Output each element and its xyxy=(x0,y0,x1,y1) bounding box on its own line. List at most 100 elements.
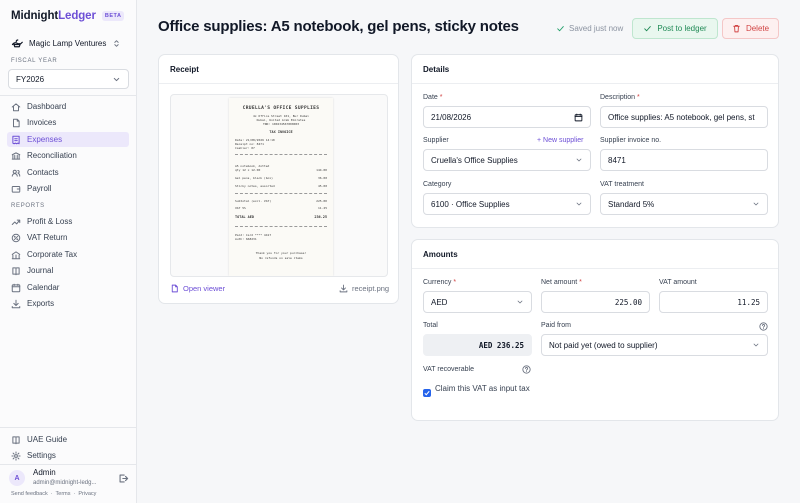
post-to-ledger-button[interactable]: Post to ledger xyxy=(632,18,718,39)
receipt-rule xyxy=(235,226,327,227)
help-icon[interactable] xyxy=(522,365,531,374)
chevron-updown-icon xyxy=(114,39,119,47)
receipt-line: Subtotal (excl. VAT) xyxy=(235,199,272,203)
org-lamp-icon xyxy=(11,39,23,48)
bank-icon xyxy=(11,151,21,160)
currency-select[interactable]: AED xyxy=(423,291,532,313)
logout-icon[interactable] xyxy=(118,473,129,484)
supplier-invoice-value: 8471 xyxy=(608,155,626,165)
amounts-card-title: Amounts xyxy=(423,250,458,259)
vat-amount-value: 11.25 xyxy=(737,297,760,307)
vat-amount-input[interactable]: 11.25 xyxy=(659,291,768,313)
wallet-icon xyxy=(11,185,21,193)
receipt-rule xyxy=(235,193,327,194)
supplier-select[interactable]: Cruella's Office Supplies xyxy=(423,149,591,171)
card-header-divider xyxy=(159,83,398,84)
sidebar-item-label: Invoices xyxy=(27,118,57,127)
sidebar-divider xyxy=(0,95,136,96)
footer-separator: · xyxy=(50,491,53,497)
sidebar-item-invoices[interactable]: Invoices xyxy=(7,115,129,130)
sidebar-item-settings[interactable]: Settings xyxy=(7,448,129,463)
claim-vat-checkbox[interactable] xyxy=(423,389,431,397)
open-viewer-link[interactable]: Open viewer xyxy=(170,284,225,293)
avatar: A xyxy=(9,470,25,486)
org-name: Magic Lamp Ventures xyxy=(29,38,107,48)
category-value: 6100 · Office Supplies xyxy=(431,199,510,209)
sidebar-item-label: Profit & Loss xyxy=(27,217,73,226)
claim-vat-label[interactable]: Claim this VAT as input tax xyxy=(435,383,530,394)
fiscal-year-select[interactable]: FY2026 xyxy=(8,69,129,89)
calendar-icon[interactable] xyxy=(574,113,583,122)
download-icon xyxy=(11,299,21,308)
net-amount-input[interactable]: 225.00 xyxy=(541,291,650,313)
sidebar-divider xyxy=(0,464,136,465)
book-icon xyxy=(12,266,20,275)
supplier-label: Supplier xyxy=(423,137,449,144)
receipt-line: TRN: 100234567800003 xyxy=(262,122,300,126)
vat-treatment-value: Standard 5% xyxy=(608,199,655,209)
date-value: 21/08/2026 xyxy=(431,112,472,122)
receipt-rule xyxy=(235,154,327,155)
date-label: Date * xyxy=(423,94,443,101)
vat-treatment-select[interactable]: Standard 5% xyxy=(600,193,768,215)
sidebar-item-uae-guide[interactable]: UAE Guide xyxy=(7,432,129,447)
description-input[interactable]: Office supplies: A5 notebook, gel pens, … xyxy=(600,106,768,128)
sidebar-item-exports[interactable]: Exports xyxy=(7,296,129,311)
sidebar-item-journal[interactable]: Journal xyxy=(7,263,129,278)
sidebar-divider xyxy=(0,427,136,428)
send-feedback-link[interactable]: Send feedback xyxy=(11,491,48,497)
app-logo[interactable]: Midnight Ledger BETA xyxy=(11,10,125,22)
delete-button[interactable]: Delete xyxy=(722,18,779,39)
user-email: admin@midnight-ledg... xyxy=(33,480,97,486)
paid-from-select[interactable]: Not paid yet (owed to supplier) xyxy=(541,334,768,356)
receipt-filename: receipt.png xyxy=(352,284,390,293)
receipt-line: TAX INVOICE xyxy=(269,130,293,134)
home-icon xyxy=(11,102,21,111)
sidebar-item-label: Corporate Tax xyxy=(27,250,78,259)
fiscal-year-label: FISCAL YEAR xyxy=(11,58,58,64)
currency-value: AED xyxy=(431,297,448,307)
supplier-invoice-input[interactable]: 8471 xyxy=(600,149,768,171)
card-header-divider xyxy=(412,83,778,84)
org-switcher[interactable]: Magic Lamp Ventures xyxy=(11,35,127,51)
footer-links: Send feedback · Terms · Privacy xyxy=(11,491,96,497)
total-label: Total xyxy=(423,322,438,329)
receipt-line: VAT 5% xyxy=(235,206,246,210)
check-icon xyxy=(557,26,564,32)
vat-amount-label: VAT amount xyxy=(659,279,697,286)
receipt-line: Gel pens, black (box) xyxy=(235,176,273,180)
sidebar-item-calendar[interactable]: Calendar xyxy=(7,280,129,295)
details-card-title: Details xyxy=(423,65,450,74)
sidebar-item-label: Exports xyxy=(27,299,55,308)
sidebar-item-reconciliation[interactable]: Reconciliation xyxy=(7,148,129,163)
sidebar-item-dashboard[interactable]: Dashboard xyxy=(7,99,129,114)
date-input[interactable]: 21/08/2026 xyxy=(423,106,591,128)
sidebar-item-profit-loss[interactable]: Profit & Loss xyxy=(7,214,129,229)
download-icon xyxy=(339,284,348,293)
sidebar-item-corporate-tax[interactable]: Corporate Tax xyxy=(7,247,129,262)
receipt-image[interactable]: CRUELLA'S OFFICE SUPPLIES 4x Office Stre… xyxy=(170,94,388,277)
sidebar-item-expenses[interactable]: Expenses xyxy=(7,132,129,147)
chevron-down-icon xyxy=(576,202,582,206)
receipt-line: Thank you for your purchase! xyxy=(255,251,307,255)
category-select[interactable]: 6100 · Office Supplies xyxy=(423,193,591,215)
sidebar-item-label: Settings xyxy=(27,451,56,460)
help-icon[interactable] xyxy=(759,322,768,331)
sidebar-item-label: Calendar xyxy=(27,283,60,292)
privacy-link[interactable]: Privacy xyxy=(78,491,96,497)
receipt-line: TOTAL AED xyxy=(235,215,254,219)
sidebar-item-contacts[interactable]: Contacts xyxy=(7,165,129,180)
sidebar-item-payroll[interactable]: Payroll xyxy=(7,181,129,196)
download-receipt-link[interactable]: receipt.png xyxy=(339,284,389,293)
user-profile[interactable]: A Admin admin@midnight-ledg... xyxy=(9,467,129,489)
new-supplier-button[interactable]: + New supplier xyxy=(537,137,584,144)
sidebar-item-label: UAE Guide xyxy=(27,435,68,444)
receipt-store: CRUELLA'S OFFICE SUPPLIES xyxy=(242,106,320,111)
receipt-card-title: Receipt xyxy=(170,65,199,74)
receipt-amount: 236.25 xyxy=(314,215,327,219)
sidebar-item-vat-return[interactable]: VAT Return xyxy=(7,230,129,245)
trash-icon xyxy=(733,24,740,33)
description-label: Description * xyxy=(600,94,640,101)
terms-link[interactable]: Terms xyxy=(56,491,71,497)
calendar-icon xyxy=(11,283,21,292)
